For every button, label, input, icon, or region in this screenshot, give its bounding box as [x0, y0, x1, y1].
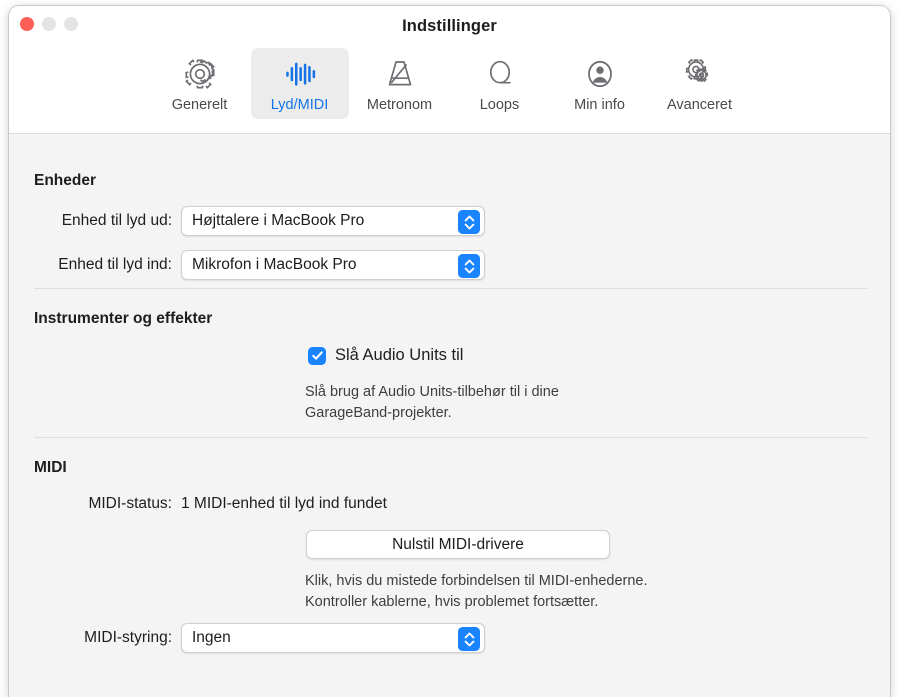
tab-metronom[interactable]: Metronom	[351, 48, 449, 119]
chevron-up-down-icon[interactable]	[458, 627, 480, 651]
row-audio-output: Enhed til lyd ud: Højttalere i MacBook P…	[9, 206, 485, 236]
preferences-window: Indstillinger Generelt Lyd/MIDI Metronom…	[8, 5, 891, 697]
audio-input-dropdown[interactable]: Mikrofon i MacBook Pro	[181, 250, 485, 280]
window-title: Indstillinger	[402, 17, 497, 35]
tab-label: Metronom	[366, 97, 433, 113]
row-audio-input: Enhed til lyd ind: Mikrofon i MacBook Pr…	[9, 250, 485, 280]
divider-instruments-midi	[34, 437, 867, 438]
reset-midi-drivers-button[interactable]: Nulstil MIDI-drivere	[306, 530, 610, 559]
tab-avanceret[interactable]: Avanceret	[651, 48, 749, 119]
loop-icon	[483, 56, 517, 92]
row-midi-control: MIDI-styring: Ingen	[9, 623, 485, 653]
section-heading-devices: Enheder	[34, 172, 97, 189]
two-gears-icon	[683, 56, 717, 92]
midi-status-label: MIDI-status:	[88, 495, 172, 512]
audio-output-dropdown[interactable]: Højttalere i MacBook Pro	[181, 206, 485, 236]
audio-units-label: Slå Audio Units til	[335, 346, 464, 364]
midi-control-label: MIDI-styring:	[84, 629, 172, 646]
waveform-icon	[283, 56, 317, 92]
audio-output-value: Højttalere i MacBook Pro	[192, 212, 365, 229]
audio-units-checkbox[interactable]	[308, 346, 326, 365]
tab-label: Avanceret	[666, 97, 733, 113]
tab-loops[interactable]: Loops	[451, 48, 549, 119]
preferences-toolbar: Generelt Lyd/MIDI Metronom Loops Min inf…	[9, 48, 890, 119]
tab-label: Min info	[574, 97, 625, 113]
section-heading-instruments: Instrumenter og effekter	[34, 310, 213, 327]
chevron-up-down-icon[interactable]	[458, 210, 480, 234]
audio-units-help-text: Slå brug af Audio Units-tilbehør til i d…	[305, 384, 559, 421]
tab-lyd-midi[interactable]: Lyd/MIDI	[250, 48, 349, 119]
chevron-up-down-icon[interactable]	[458, 254, 480, 278]
midi-help-text: Klik, hvis du mistede forbindelsen til M…	[305, 573, 648, 610]
audio-input-value: Mikrofon i MacBook Pro	[192, 256, 357, 273]
window-chrome: Indstillinger Generelt Lyd/MIDI Metronom…	[9, 6, 890, 134]
person-circle-icon	[583, 56, 617, 92]
midi-status-value: 1 MIDI-enhed til lyd ind fundet	[181, 495, 387, 512]
audio-input-label: Enhed til lyd ind:	[58, 256, 172, 273]
gear-icon	[183, 56, 217, 92]
audio-output-label: Enhed til lyd ud:	[61, 212, 172, 229]
section-heading-midi: MIDI	[34, 459, 67, 476]
tab-label: Generelt	[171, 97, 228, 113]
metronome-icon	[383, 56, 417, 92]
midi-control-value: Ingen	[192, 629, 231, 646]
preferences-body: Enheder Enhed til lyd ud: Højttalere i M…	[9, 134, 890, 697]
tab-label: Lyd/MIDI	[270, 97, 329, 113]
row-midi-status: MIDI-status: 1 MIDI-enhed til lyd ind fu…	[9, 495, 387, 513]
tab-min-info[interactable]: Min info	[551, 48, 649, 119]
tab-generelt[interactable]: Generelt	[151, 48, 249, 119]
midi-control-dropdown[interactable]: Ingen	[181, 623, 485, 653]
divider-devices-instruments	[34, 288, 867, 289]
audio-units-checkbox-row[interactable]: Slå Audio Units til	[308, 346, 463, 365]
tab-label: Loops	[479, 97, 520, 113]
